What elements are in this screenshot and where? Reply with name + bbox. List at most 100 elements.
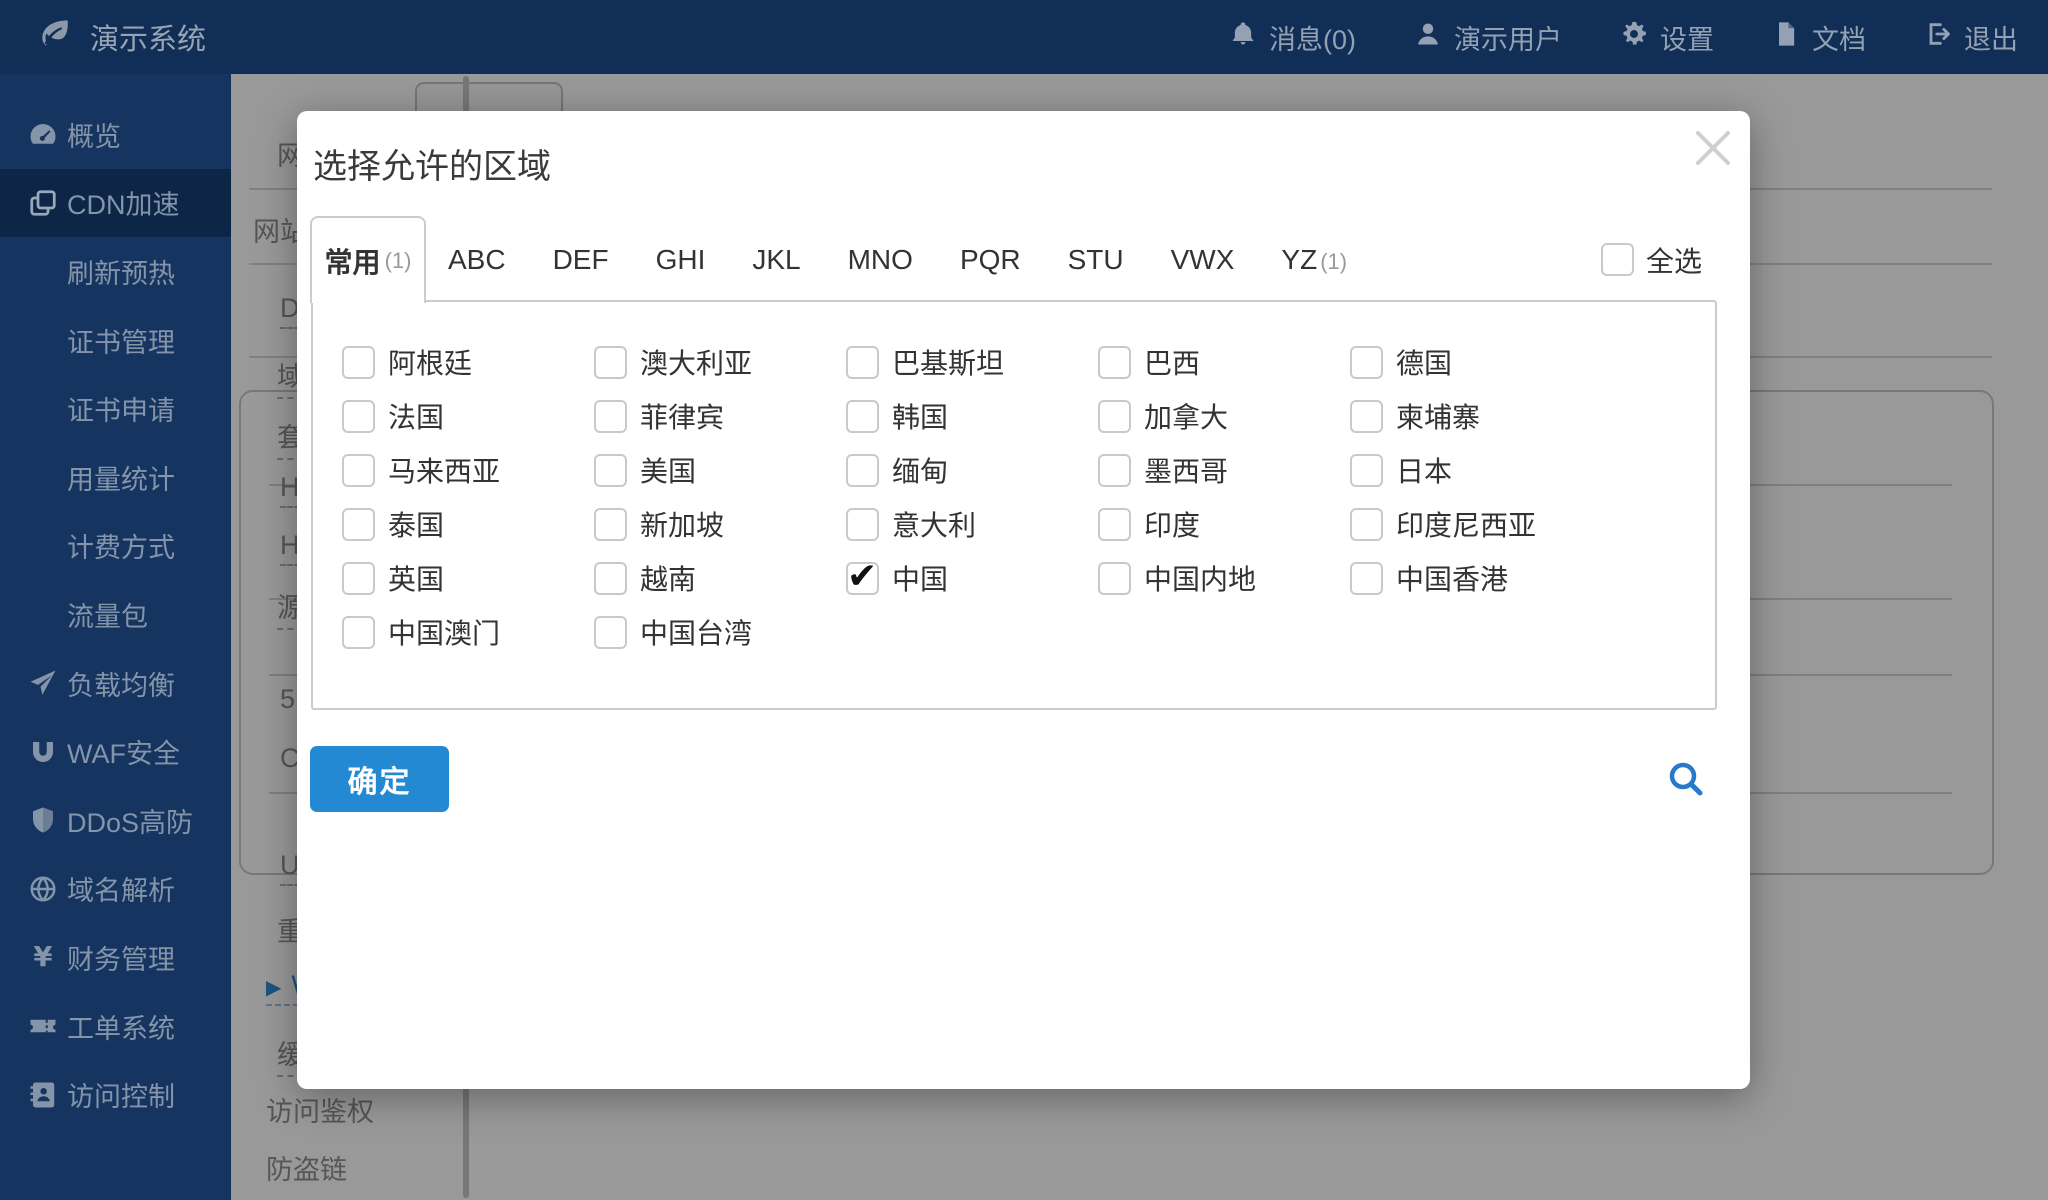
checkbox[interactable] [1098,507,1131,541]
region-checkbox-item[interactable]: 巴西 [1098,335,1350,389]
checkbox[interactable] [1350,453,1383,487]
sidebar-item[interactable]: 域名解析 [0,855,231,924]
checkbox[interactable] [1098,399,1131,433]
sidebar-item[interactable]: 计费方式 [0,512,231,581]
checkbox[interactable] [846,555,879,597]
tab-letter[interactable]: DEF [531,244,634,276]
region-list-panel: 阿根廷 澳大利亚 巴基斯坦 巴西 德国 法国 菲律宾 韩国 加拿大 柬埔寨 马来… [311,300,1717,710]
checkbox[interactable] [1350,561,1383,595]
search-icon[interactable] [1666,759,1706,799]
checkbox[interactable] [342,399,375,433]
tab-letter[interactable]: GHI [634,244,731,276]
region-checkbox-item[interactable]: 印度尼西亚 [1350,497,1602,551]
checkbox[interactable] [1350,507,1383,541]
select-all-label: 全选 [1645,245,1702,277]
ticket-icon [27,1010,59,1042]
region-checkbox-item[interactable]: 新加坡 [594,497,846,551]
checkbox[interactable] [342,507,375,541]
sidebar-item[interactable]: 用量统计 [0,443,231,512]
checkbox[interactable] [1098,345,1131,379]
sidebar-item[interactable]: 概览 [0,100,231,169]
region-checkbox-item[interactable]: 菲律宾 [594,389,846,443]
tab-letter[interactable]: MNO [826,244,938,276]
region-checkbox-item[interactable]: 印度 [1098,497,1350,551]
brand: 演示系统 [0,14,206,60]
checkbox[interactable] [342,615,375,649]
globe-icon [27,873,59,905]
tab-letter[interactable]: PQR [938,244,1046,276]
tab-bar: ABC DEF GHI JKL MNO PQR STU VWX YZ (1) [426,216,1369,303]
navbar-item[interactable]: 消息(0) [1229,18,1356,57]
tab-letter[interactable]: ABC [426,244,531,276]
region-checkbox-item[interactable]: 中国澳门 [342,605,594,659]
region-checkbox-item[interactable]: 加拿大 [1098,389,1350,443]
navbar-item[interactable]: 演示用户 [1414,18,1562,57]
checkbox[interactable] [342,453,375,487]
paper-plane-icon [27,667,59,699]
sidebar-item[interactable]: 刷新预热 [0,237,231,306]
checkbox[interactable] [594,453,627,487]
region-checkbox-item[interactable]: 越南 [594,551,846,605]
brand-label: 演示系统 [90,24,207,56]
region-checkbox-item[interactable]: 中国内地 [1098,551,1350,605]
confirm-button[interactable]: 确定 [310,746,449,812]
navbar-right: 消息(0) 演示用户 设置 文档 退出 [1229,18,2048,57]
region-checkbox-item[interactable]: 中国香港 [1350,551,1602,605]
region-checkbox-item[interactable]: 阿根廷 [342,335,594,389]
sidebar-item[interactable]: 证书管理 [0,306,231,375]
sidebar-item[interactable]: 负载均衡 [0,649,231,718]
tab-letter[interactable]: STU [1046,244,1149,276]
checkbox[interactable] [594,345,627,379]
sidebar-item[interactable]: 访问控制 [0,1060,231,1129]
sidebar-item[interactable]: 工单系统 [0,992,231,1061]
region-checkbox-item[interactable]: 巴基斯坦 [846,335,1098,389]
checkbox[interactable] [1350,345,1383,379]
region-checkbox-item[interactable]: 马来西亚 [342,443,594,497]
region-checkbox-item[interactable]: 泰国 [342,497,594,551]
navbar-item[interactable]: 设置 [1620,18,1714,57]
checkbox[interactable] [342,345,375,379]
sidebar-item[interactable]: WAF安全 [0,717,231,786]
checkbox[interactable] [594,399,627,433]
region-checkbox-item[interactable]: 缅甸 [846,443,1098,497]
checkbox[interactable] [1098,561,1131,595]
region-checkbox-item[interactable]: 墨西哥 [1098,443,1350,497]
region-checkbox-item[interactable]: 德国 [1350,335,1602,389]
region-checkbox-item[interactable]: 中国台湾 [594,605,846,659]
checkbox[interactable] [594,561,627,595]
checkbox[interactable] [1350,399,1383,433]
sidebar-item[interactable]: 流量包 [0,580,231,649]
checkbox[interactable] [1098,453,1131,487]
tab-letter[interactable]: VWX [1149,244,1260,276]
select-all-checkbox[interactable] [1600,243,1634,276]
navbar-item[interactable]: 退出 [1924,18,2018,57]
checkbox[interactable] [846,345,879,379]
navbar-item[interactable]: 文档 [1772,18,1866,57]
sidebar-item[interactable]: ¥ 财务管理 [0,923,231,992]
checkbox[interactable] [594,507,627,541]
checkbox[interactable] [594,615,627,649]
region-checkbox-item[interactable]: 柬埔寨 [1350,389,1602,443]
select-all-toggle[interactable]: 全选 [1600,216,1702,303]
tab-letter[interactable]: YZ (1) [1259,244,1369,276]
checkbox[interactable] [846,453,879,487]
sidebar-item[interactable]: 证书申请 [0,374,231,443]
region-checkbox-item[interactable]: 韩国 [846,389,1098,443]
region-checkbox-item[interactable]: 中国 [846,551,1098,605]
tab-letter[interactable]: JKL [730,244,825,276]
region-checkbox-item[interactable]: 法国 [342,389,594,443]
region-checkbox-item[interactable]: 美国 [594,443,846,497]
region-checkbox-item[interactable]: 澳大利亚 [594,335,846,389]
checkbox[interactable] [342,561,375,595]
checkbox[interactable] [846,507,879,541]
sidebar-item[interactable]: CDN加速 [0,168,231,238]
region-checkbox-item[interactable]: 英国 [342,551,594,605]
tab-common[interactable]: 常用 (1) [310,216,426,303]
sidebar-item[interactable]: DDoS高防 [0,786,231,855]
close-icon[interactable] [1688,123,1738,173]
document-icon [1772,20,1800,55]
region-checkbox-item[interactable]: 日本 [1350,443,1602,497]
layers-icon [27,187,59,219]
region-checkbox-item[interactable]: 意大利 [846,497,1098,551]
checkbox[interactable] [846,399,879,433]
